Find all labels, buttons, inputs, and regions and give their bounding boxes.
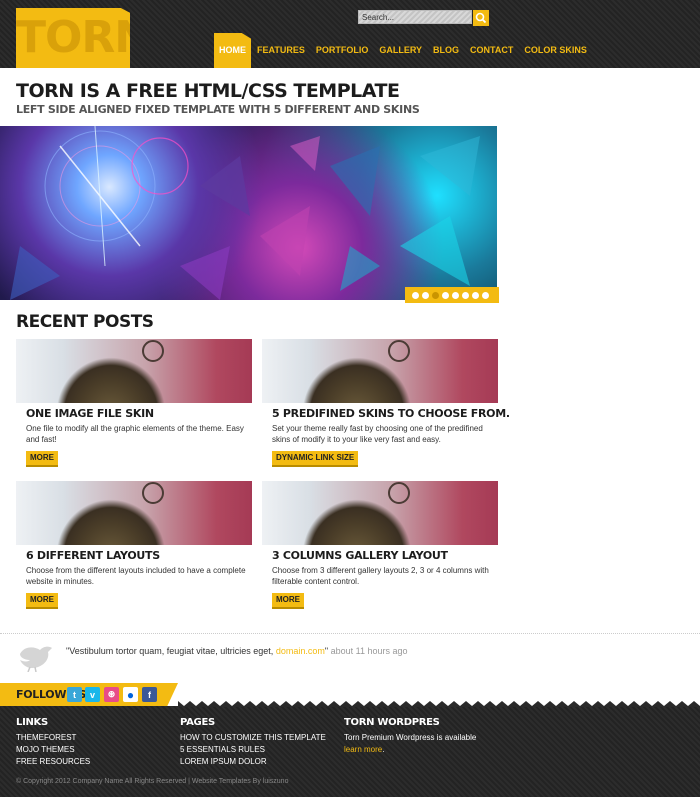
search-icon xyxy=(475,12,487,24)
dynamic-link-button[interactable]: DYNAMIC LINK SIZE xyxy=(272,451,359,467)
slider-dot[interactable] xyxy=(432,291,439,299)
dribbble-icon[interactable]: ⊛ xyxy=(104,687,119,702)
footer-link-customize[interactable]: HOW TO CUSTOMIZE THIS TEMPLATE xyxy=(180,732,326,744)
post-thumbnail[interactable] xyxy=(262,481,498,545)
slider-pagination xyxy=(405,287,499,303)
tweet-time: about 11 hours ago xyxy=(330,646,408,656)
post-title[interactable]: 3 COLUMNS GALLERY LAYOUT xyxy=(272,549,448,562)
learn-more-link[interactable]: learn more xyxy=(344,745,382,754)
post-thumbnail[interactable] xyxy=(16,339,252,403)
footer-wordpress-text: Torn Premium Wordpress is available lear… xyxy=(344,733,477,754)
slider-dot[interactable] xyxy=(462,291,469,299)
post-description: One file to modify all the graphic eleme… xyxy=(26,424,244,444)
vimeo-icon[interactable]: v xyxy=(85,687,100,702)
nav-home[interactable]: HOME xyxy=(214,33,251,68)
more-button[interactable]: MORE xyxy=(272,593,304,609)
hero-slider-image[interactable] xyxy=(0,126,497,300)
main-nav: HOME FEATURES PORTFOLIO GALLERY BLOG CON… xyxy=(214,33,593,68)
more-button[interactable]: MORE xyxy=(26,451,58,467)
slider-dot[interactable] xyxy=(422,291,429,299)
search-button[interactable] xyxy=(473,10,489,26)
footer-link-essentials[interactable]: 5 ESSENTIALS RULES xyxy=(180,744,326,756)
slider-dot[interactable] xyxy=(452,291,459,299)
footer-torn-edge xyxy=(178,701,700,707)
twitter-bird-icon xyxy=(20,646,52,672)
latest-tweet: "Vestibulum tortor quam, feugiat vitae, … xyxy=(66,646,408,656)
footer-wordpress-title: TORN WORDPRES xyxy=(344,717,440,728)
search-input[interactable] xyxy=(358,10,472,24)
nav-gallery[interactable]: GALLERY xyxy=(374,33,427,68)
nav-portfolio[interactable]: PORTFOLIO xyxy=(311,33,374,68)
page-subtitle: LEFT SIDE ALIGNED FIXED TEMPLATE WITH 5 … xyxy=(16,103,420,116)
post-title[interactable]: 6 DIFFERENT LAYOUTS xyxy=(26,549,160,562)
tweet-link[interactable]: domain.com xyxy=(276,646,325,656)
more-button[interactable]: MORE xyxy=(26,593,58,609)
footer-link-themeforest[interactable]: THEMEFOREST xyxy=(16,732,90,744)
slider-dot[interactable] xyxy=(412,291,419,299)
post-description: Choose from 3 different gallery layouts … xyxy=(272,566,489,586)
footer-link-mojo-themes[interactable]: MOJO THEMES xyxy=(16,744,90,756)
twitter-icon[interactable]: t xyxy=(67,687,82,702)
divider xyxy=(0,633,700,634)
post-thumbnail[interactable] xyxy=(262,339,498,403)
nav-features[interactable]: FEATURES xyxy=(252,33,310,68)
footer-pages-title: PAGES xyxy=(180,717,215,728)
facebook-icon[interactable]: f xyxy=(142,687,157,702)
footer-link-lorem[interactable]: LOREM IPSUM DOLOR xyxy=(180,756,326,768)
slider-dot[interactable] xyxy=(482,291,489,299)
footer-links-column: LINKS THEMEFOREST MOJO THEMES FREE RESOU… xyxy=(16,717,90,768)
nav-color-skins[interactable]: COLOR SKINS xyxy=(519,33,592,68)
footer-pages-column: PAGES HOW TO CUSTOMIZE THIS TEMPLATE 5 E… xyxy=(180,717,326,768)
footer-links-title: LINKS xyxy=(16,717,48,728)
logo[interactable]: TORN xyxy=(16,8,130,68)
page-title: TORN IS A FREE HTML/CSS TEMPLATE xyxy=(16,80,400,102)
slider-dot[interactable] xyxy=(442,291,449,299)
flickr-icon[interactable]: ● xyxy=(123,687,138,702)
nav-blog[interactable]: BLOG xyxy=(428,33,464,68)
nav-contact[interactable]: CONTACT xyxy=(465,33,518,68)
post-description: Set your theme really fast by choosing o… xyxy=(272,424,483,444)
recent-posts-title: RECENT POSTS xyxy=(16,312,154,332)
slider-dot[interactable] xyxy=(472,291,479,299)
footer-wordpress-column: TORN WORDPRES Torn Premium Wordpress is … xyxy=(344,717,494,756)
post-title[interactable]: ONE IMAGE FILE SKIN xyxy=(26,407,154,420)
post-title[interactable]: 5 PREDIFINED SKINS TO CHOOSE FROM. xyxy=(272,407,510,420)
post-description: Choose from the different layouts includ… xyxy=(26,566,246,586)
copyright: © Copyright 2012 Company Name All Rights… xyxy=(16,778,289,785)
abstract-shards-graphic xyxy=(10,126,480,300)
footer-link-free-resources[interactable]: FREE RESOURCES xyxy=(16,756,90,768)
post-thumbnail[interactable] xyxy=(16,481,252,545)
